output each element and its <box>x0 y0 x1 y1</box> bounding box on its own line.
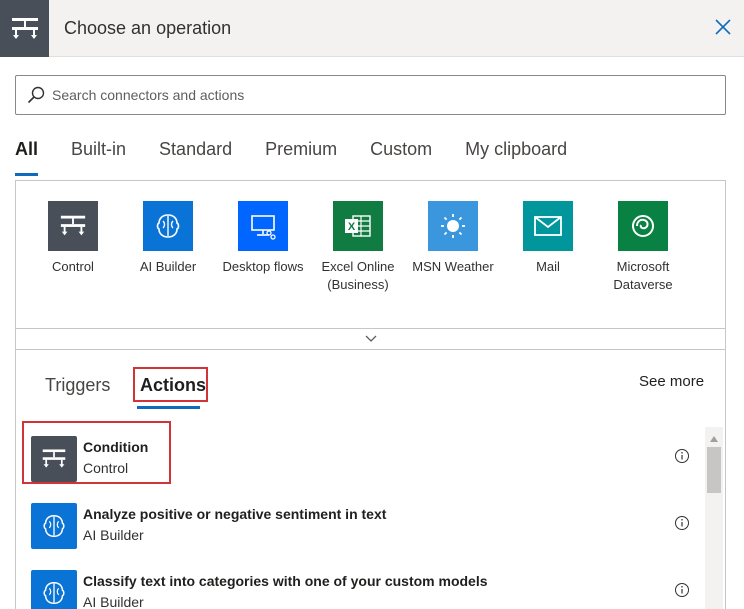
search-icon <box>27 86 45 109</box>
expand-connectors-button[interactable] <box>15 328 726 350</box>
connector-label: Control <box>52 259 94 274</box>
connector-mail[interactable]: Mail <box>503 201 593 276</box>
tab-premium[interactable]: Premium <box>265 136 337 176</box>
close-icon <box>715 19 731 35</box>
action-analyze-sentiment[interactable]: Analyze positive or negative sentiment i… <box>16 493 704 560</box>
connector-label: MSN Weather <box>412 259 494 274</box>
info-icon[interactable] <box>674 582 692 600</box>
info-icon[interactable] <box>674 515 692 533</box>
action-subtitle: AI Builder <box>83 594 144 609</box>
action-title: Analyze positive or negative sentiment i… <box>83 506 387 522</box>
connector-microsoft-dataverse[interactable]: Microsoft Dataverse <box>598 201 688 294</box>
control-icon <box>48 201 98 251</box>
tab-triggers[interactable]: Triggers <box>45 375 110 396</box>
dialog-title: Choose an operation <box>64 18 232 38</box>
search-box[interactable] <box>15 75 726 115</box>
connector-control[interactable]: Control <box>28 201 118 276</box>
condition-highlight <box>22 421 171 484</box>
action-classify-text[interactable]: Classify text into categories with one o… <box>16 560 704 609</box>
tab-built-in[interactable]: Built-in <box>71 136 126 176</box>
desktop-flows-icon <box>238 201 288 251</box>
actions-tab-indicator <box>137 406 200 409</box>
scroll-thumb[interactable] <box>707 447 721 493</box>
connector-label: Mail <box>536 259 560 274</box>
tab-my-clipboard[interactable]: My clipboard <box>465 136 567 176</box>
control-icon <box>0 0 49 57</box>
category-tabs: All Built-in Standard Premium Custom My … <box>15 136 600 176</box>
tab-custom[interactable]: Custom <box>370 136 432 176</box>
connector-ai-builder[interactable]: AI Builder <box>123 201 213 276</box>
connector-label: AI Builder <box>139 259 197 274</box>
svg-text:X: X <box>348 221 356 233</box>
action-subtitle: AI Builder <box>83 527 144 543</box>
see-more-link[interactable]: See more <box>639 373 704 390</box>
connector-desktop-flows[interactable]: Desktop flows <box>218 201 308 276</box>
tab-standard[interactable]: Standard <box>159 136 232 176</box>
connector-excel-online[interactable]: X Excel Online (Business) <box>313 201 403 294</box>
close-button[interactable] <box>712 16 734 38</box>
dataverse-icon <box>618 201 668 251</box>
chevron-down-icon <box>365 335 376 342</box>
brain-icon <box>143 201 193 251</box>
dialog-header: Choose an operation <box>0 0 744 57</box>
brain-icon <box>31 570 77 609</box>
sun-icon <box>428 201 478 251</box>
scroll-up-arrow-icon[interactable] <box>709 430 719 448</box>
mail-icon <box>523 201 573 251</box>
action-list-scrollbar[interactable] <box>705 427 723 609</box>
tab-all[interactable]: All <box>15 136 39 176</box>
connector-msn-weather[interactable]: MSN Weather <box>408 201 498 276</box>
search-input[interactable] <box>52 76 712 114</box>
action-title: Classify text into categories with one o… <box>83 573 488 589</box>
connector-label: Desktop flows <box>222 259 304 274</box>
info-icon[interactable] <box>674 448 692 466</box>
connector-label: Excel Online (Business) <box>321 259 395 292</box>
actions-tab-highlight <box>133 367 208 402</box>
connectors-panel: Control AI Builder Desktop flows X Excel… <box>15 180 726 350</box>
connector-label: Microsoft Dataverse <box>613 259 673 292</box>
brain-icon <box>31 503 77 549</box>
excel-icon: X <box>333 201 383 251</box>
